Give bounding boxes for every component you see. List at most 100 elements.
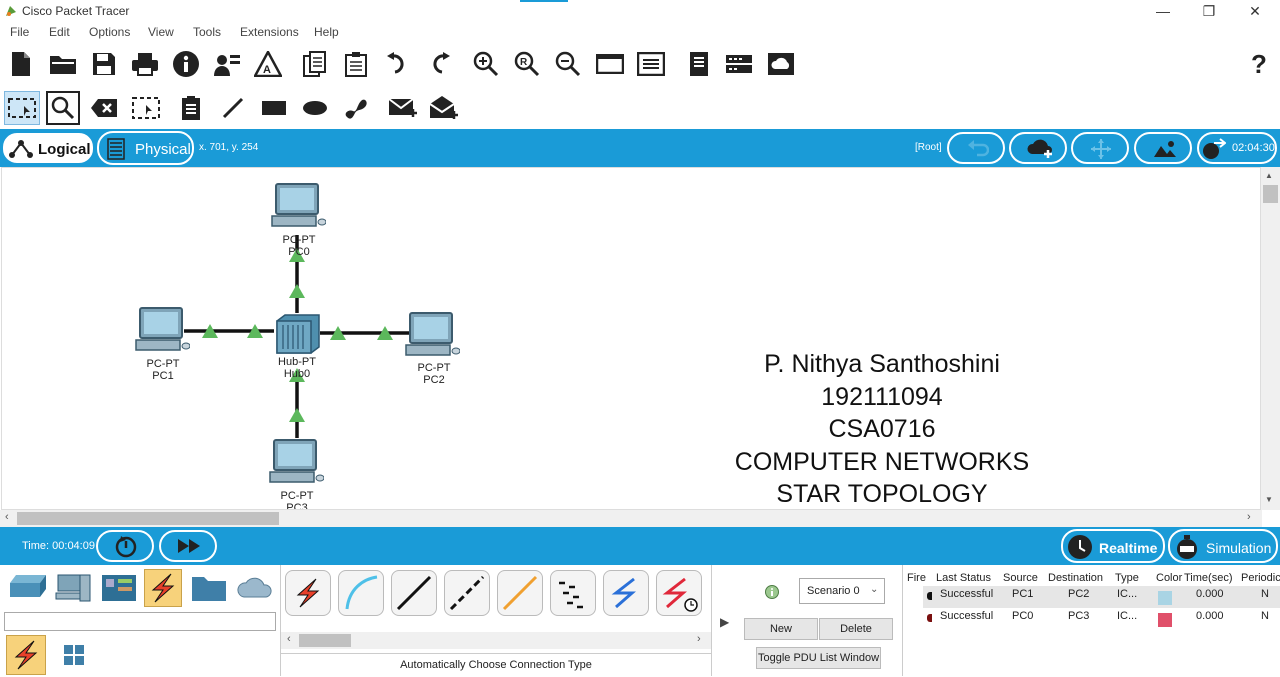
menu-tools[interactable]: Tools — [193, 25, 221, 39]
pc3-icon[interactable] — [268, 438, 324, 488]
console-cable-icon[interactable] — [338, 570, 384, 616]
horizontal-scroll-thumb[interactable] — [17, 512, 279, 525]
col-header-type[interactable]: Type — [1115, 572, 1139, 584]
drawing-palette-icon[interactable] — [595, 49, 625, 79]
menu-edit[interactable]: Edit — [49, 25, 70, 39]
redo-icon[interactable] — [424, 49, 454, 79]
fiber-cable-icon[interactable] — [497, 570, 543, 616]
horizontal-scrollbar[interactable]: ‹ › — [0, 510, 1262, 527]
draw-line-icon[interactable] — [218, 93, 248, 123]
menu-file[interactable]: File — [10, 25, 29, 39]
scroll-left-icon[interactable]: ‹ — [5, 511, 9, 523]
col-header-fire[interactable]: Fire — [907, 572, 926, 584]
table-row[interactable]: Successful PC0 PC3 IC... 0.000 N — [923, 608, 1280, 630]
delete-scenario-button[interactable]: Delete — [819, 618, 893, 640]
realtime-mode-button[interactable]: Realtime — [1061, 529, 1165, 563]
scroll-down-icon[interactable]: ▼ — [1265, 495, 1273, 504]
table-row[interactable]: Successful PC1 PC2 IC... 0.000 N — [923, 586, 1280, 608]
miscellaneous-category-icon[interactable] — [190, 573, 228, 603]
print-icon[interactable] — [130, 49, 160, 79]
fire-indicator-icon[interactable] — [927, 614, 932, 622]
connection-scrollbar[interactable]: ‹ › — [281, 632, 711, 649]
close-button[interactable]: ✕ — [1232, 0, 1278, 22]
maximize-button[interactable]: ❐ — [1186, 0, 1232, 22]
select-tool-icon[interactable] — [4, 91, 40, 125]
tab-physical[interactable]: Physical — [97, 131, 194, 165]
tab-logical[interactable]: Logical — [1, 131, 95, 165]
device-search-input[interactable] — [4, 612, 276, 631]
col-header-last-status[interactable]: Last Status — [936, 572, 991, 584]
workspace-note[interactable]: P. Nithya Santhoshini 192111094 CSA0716 … — [702, 348, 1062, 509]
zoom-reset-icon[interactable]: R — [512, 49, 542, 79]
add-simple-pdu-icon[interactable] — [388, 93, 418, 123]
undo-icon[interactable] — [383, 49, 413, 79]
toggle-pdu-list-button[interactable]: Toggle PDU List Window — [756, 647, 881, 669]
zoom-out-icon[interactable] — [553, 49, 583, 79]
back-level-button[interactable] — [947, 132, 1005, 164]
activity-wizard-icon[interactable]: A — [253, 49, 283, 79]
col-header-periodic[interactable]: Periodic — [1241, 572, 1280, 584]
auto-connection-icon[interactable] — [285, 570, 331, 616]
cloud-window-icon[interactable] — [766, 49, 796, 79]
scenario-info-icon[interactable] — [765, 585, 779, 599]
hub0-icon[interactable] — [273, 313, 321, 355]
info-icon[interactable] — [171, 49, 201, 79]
power-cycle-button[interactable] — [96, 530, 154, 562]
save-icon[interactable] — [89, 49, 119, 79]
resize-shape-icon[interactable] — [131, 93, 161, 123]
scenario-select[interactable]: Scenario 0 ⌄ — [799, 578, 885, 604]
vertical-scroll-thumb[interactable] — [1263, 185, 1278, 203]
col-header-color[interactable]: Color — [1156, 572, 1182, 584]
vertical-scrollbar[interactable]: ▲ ▼ — [1261, 167, 1280, 510]
new-cluster-button[interactable] — [1009, 132, 1067, 164]
menu-help[interactable]: Help — [314, 25, 339, 39]
open-folder-icon[interactable] — [48, 49, 78, 79]
fire-indicator-icon[interactable] — [927, 592, 932, 600]
new-scenario-button[interactable]: New — [744, 618, 818, 640]
fast-forward-button[interactable] — [159, 530, 217, 562]
multiuser-category-icon[interactable] — [236, 575, 274, 601]
minimize-button[interactable]: — — [1140, 0, 1186, 22]
connections-category-icon[interactable] — [144, 569, 182, 607]
pc1-icon[interactable] — [134, 306, 190, 356]
user-profile-icon[interactable] — [212, 49, 242, 79]
simulation-mode-button[interactable]: Simulation — [1168, 529, 1278, 563]
logical-workspace-canvas[interactable]: PC-PT PC0 PC-PT PC1 PC-PT PC2 PC-PT PC3 Hub-… — [1, 167, 1261, 510]
add-complex-pdu-icon[interactable] — [429, 93, 459, 123]
paste-icon[interactable] — [341, 49, 371, 79]
help-icon[interactable]: ? — [1244, 49, 1274, 79]
col-header-source[interactable]: Source — [1003, 572, 1038, 584]
scroll-up-icon[interactable]: ▲ — [1265, 171, 1273, 180]
conn-scroll-thumb[interactable] — [299, 634, 351, 647]
zoom-in-icon[interactable] — [471, 49, 501, 79]
pc0-icon[interactable] — [270, 182, 326, 232]
connections-subcategory-icon[interactable] — [6, 635, 46, 675]
move-object-button[interactable] — [1071, 132, 1129, 164]
network-device-icon[interactable] — [724, 49, 754, 79]
copper-straight-through-icon[interactable] — [391, 570, 437, 616]
place-note-icon[interactable] — [176, 93, 206, 123]
col-header-destination[interactable]: Destination — [1048, 572, 1103, 584]
coaxial-cable-icon[interactable] — [603, 570, 649, 616]
copy-icon[interactable] — [300, 49, 330, 79]
conn-scroll-right-icon[interactable]: › — [697, 633, 701, 645]
pc2-icon[interactable] — [404, 311, 460, 361]
menu-view[interactable]: View — [148, 25, 174, 39]
viewport-button[interactable]: 02:04:30 — [1197, 132, 1277, 164]
freeform-icon[interactable] — [341, 93, 371, 123]
set-background-button[interactable] — [1134, 132, 1192, 164]
col-header-time[interactable]: Time(sec) — [1184, 572, 1232, 584]
menu-options[interactable]: Options — [89, 25, 130, 39]
copper-cross-over-icon[interactable] — [444, 570, 490, 616]
root-breadcrumb[interactable]: [Root] — [915, 142, 942, 153]
notes-icon[interactable] — [684, 49, 714, 79]
inspect-tool-icon[interactable] — [46, 91, 80, 125]
components-category-icon[interactable] — [100, 573, 138, 603]
phone-cable-icon[interactable] — [550, 570, 596, 616]
draw-rectangle-icon[interactable] — [259, 93, 289, 123]
network-devices-category-icon[interactable] — [8, 571, 46, 605]
menu-extensions[interactable]: Extensions — [240, 25, 299, 39]
end-devices-category-icon[interactable] — [54, 571, 92, 605]
conn-scroll-left-icon[interactable]: ‹ — [287, 633, 291, 645]
draw-ellipse-icon[interactable] — [300, 93, 330, 123]
